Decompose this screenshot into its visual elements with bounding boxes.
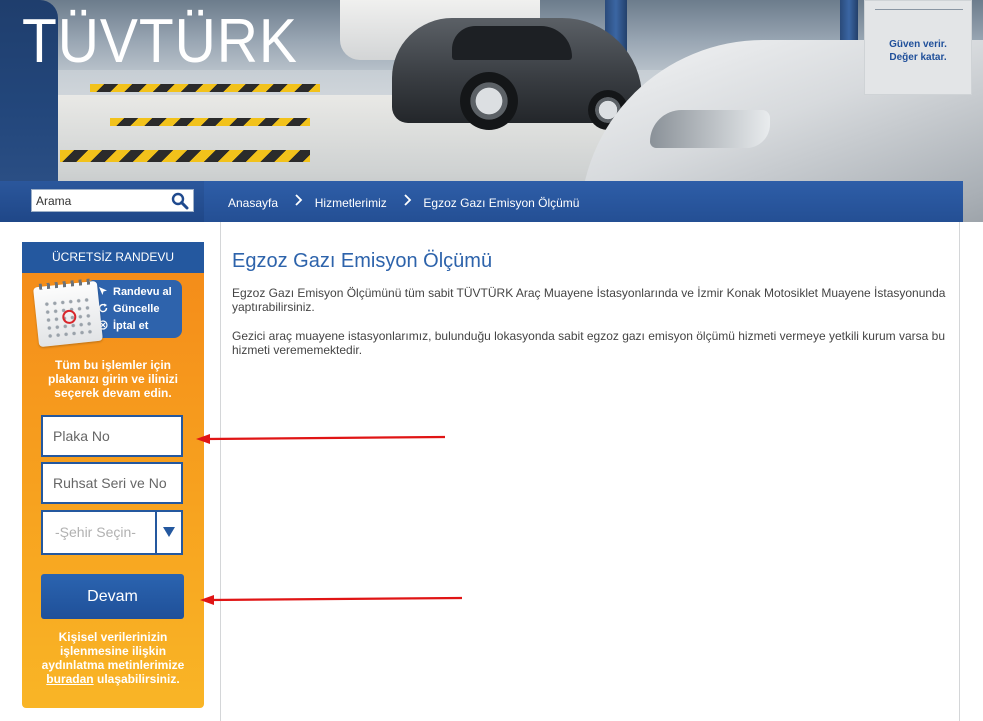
slogan-box: Güven verir. Değer katar. (864, 0, 972, 95)
menu-item-book-label: Randevu al (113, 286, 172, 298)
chevron-right-icon (295, 194, 303, 206)
privacy-note-end: ulaşabilirsiniz. (96, 672, 180, 686)
privacy-link[interactable]: buradan (46, 672, 93, 686)
sidebar-instructions: Tüm bu işlemler için plakanızı girin ve … (47, 358, 179, 400)
menu-item-cancel[interactable]: İptal et (98, 320, 148, 334)
calendar-icon (33, 278, 103, 348)
banner-wheel (460, 72, 518, 130)
sidebar-title: ÜCRETSİZ RANDEVU (22, 242, 204, 273)
slogan-line-1: Güven verir. (889, 39, 947, 50)
chevron-right-icon (404, 194, 412, 206)
menu-item-book[interactable]: Randevu al (98, 286, 172, 300)
privacy-note-text: Kişisel verilerinizin işlenmesine ilişki… (41, 630, 185, 672)
slogan-line-2: Değer katar. (889, 52, 947, 63)
plate-input[interactable] (53, 427, 173, 445)
page: TÜVTÜRK Güven verir. Değer katar. Anasay… (0, 0, 983, 721)
license-field (41, 462, 183, 504)
menu-item-update[interactable]: Güncelle (98, 303, 159, 317)
appointment-sidebar: ÜCRETSİZ RANDEVU Randevu al Güncelle İpt… (22, 242, 204, 708)
search-input[interactable] (36, 192, 164, 210)
breadcrumb-current[interactable]: Egzoz Gazı Emisyon Ölçümü (423, 196, 579, 210)
banner-stripe (60, 150, 310, 162)
city-select-button[interactable] (155, 512, 181, 553)
content-paragraph: Gezici araç muayene istasyonlarımız, bul… (232, 329, 945, 357)
banner-stripe (110, 118, 310, 126)
page-title: Egzoz Gazı Emisyon Ölçümü (232, 250, 493, 272)
site-logo[interactable]: TÜVTÜRK (22, 6, 298, 77)
plate-field (41, 415, 183, 457)
city-select-value: -Şehir Seçin- (55, 524, 136, 540)
search-box (31, 189, 194, 212)
breadcrumb: Anasayfa Hizmetlerimiz Egzoz Gazı Emisyo… (228, 194, 579, 210)
nav-bar: Anasayfa Hizmetlerimiz Egzoz Gazı Emisyo… (0, 181, 963, 222)
slogan-rule (875, 9, 963, 10)
search-cell (0, 181, 204, 222)
search-icon[interactable] (171, 192, 189, 210)
city-select[interactable]: -Şehir Seçin- (41, 510, 183, 555)
caret-down-icon (163, 527, 175, 537)
appointment-menu-card: Randevu al Güncelle İptal et (33, 278, 182, 348)
menu-item-update-label: Güncelle (113, 303, 160, 315)
menu-item-cancel-label: İptal et (113, 320, 149, 332)
cursor-arrow-icon (99, 287, 107, 295)
breadcrumb-services[interactable]: Hizmetlerimiz (315, 196, 387, 210)
breadcrumb-home[interactable]: Anasayfa (228, 196, 278, 210)
license-input[interactable] (53, 474, 173, 492)
banner-stripe (90, 84, 320, 92)
continue-button[interactable]: Devam (41, 574, 184, 619)
content-paragraph: Egzoz Gazı Emisyon Ölçümünü tüm sabit TÜ… (232, 286, 946, 314)
privacy-note: Kişisel verilerinizin işlenmesine ilişki… (30, 630, 196, 686)
